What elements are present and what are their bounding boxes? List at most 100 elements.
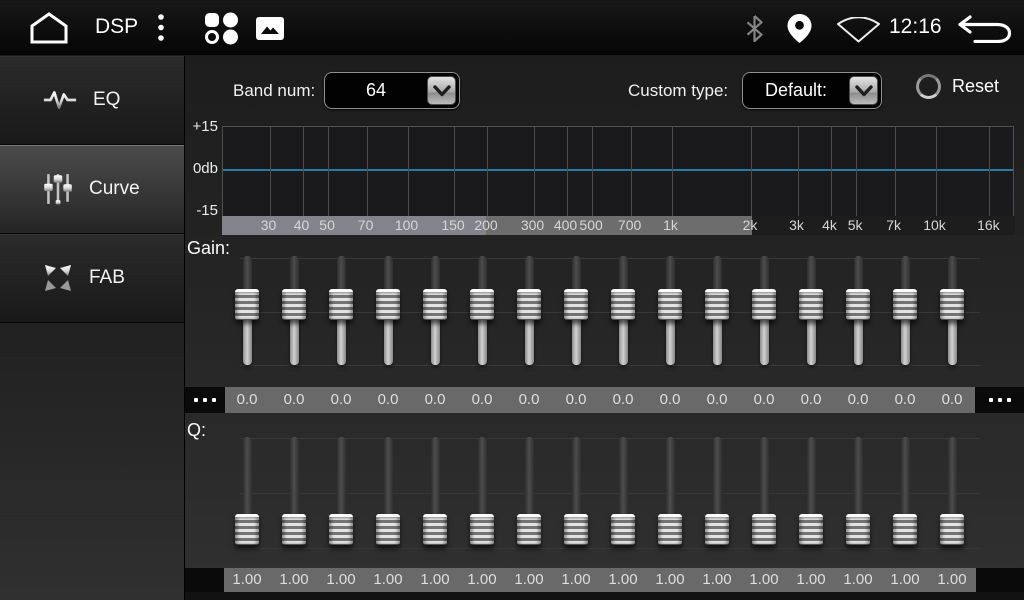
sidebar-item-fab[interactable]: FAB xyxy=(0,234,184,323)
freq-tick-label: 200 xyxy=(474,216,497,235)
gain-slider-8[interactable] xyxy=(564,256,588,365)
gain-slider-4[interactable] xyxy=(376,256,400,365)
q-slider-6[interactable] xyxy=(470,437,494,548)
gain-slider-14[interactable] xyxy=(846,256,870,365)
grid-line xyxy=(631,127,632,216)
slider-track-lower xyxy=(666,318,675,365)
slider-track-lower xyxy=(525,318,534,365)
gallery-button[interactable] xyxy=(256,17,284,40)
q-slider-16[interactable] xyxy=(940,437,964,548)
gain-slider-3[interactable] xyxy=(329,256,353,365)
q-slider-5[interactable] xyxy=(423,437,447,548)
gain-slider-thumb[interactable] xyxy=(282,289,306,320)
gain-slider-thumb[interactable] xyxy=(799,289,823,320)
q-slider-thumb[interactable] xyxy=(893,514,917,545)
sidebar-item-curve[interactable]: Curve xyxy=(0,145,184,234)
q-slider-thumb[interactable] xyxy=(799,514,823,545)
gain-slider-2[interactable] xyxy=(282,256,306,365)
gain-slider-thumb[interactable] xyxy=(611,289,635,320)
gain-slider-thumb[interactable] xyxy=(893,289,917,320)
q-slider-thumb[interactable] xyxy=(940,514,964,545)
q-slider-12[interactable] xyxy=(752,437,776,548)
q-slider-13[interactable] xyxy=(799,437,823,548)
gain-slider-7[interactable] xyxy=(517,256,541,365)
gain-slider-9[interactable] xyxy=(611,256,635,365)
q-slider-thumb[interactable] xyxy=(564,514,588,545)
gain-slider-15[interactable] xyxy=(893,256,917,365)
reset-radio[interactable] xyxy=(916,74,941,99)
q-slider-8[interactable] xyxy=(564,437,588,548)
q-value-3: 1.00 xyxy=(326,568,355,592)
q-slider-thumb[interactable] xyxy=(752,514,776,545)
q-slider-15[interactable] xyxy=(893,437,917,548)
q-slider-3[interactable] xyxy=(329,437,353,548)
q-slider-4[interactable] xyxy=(376,437,400,548)
back-button[interactable] xyxy=(958,15,1012,43)
gain-slider-13[interactable] xyxy=(799,256,823,365)
band-num-value: 64 xyxy=(325,80,427,101)
band-num-label: Band num: xyxy=(233,81,315,101)
chevron-down-icon[interactable] xyxy=(427,76,456,105)
gain-slider-thumb[interactable] xyxy=(705,289,729,320)
gain-slider-thumb[interactable] xyxy=(940,289,964,320)
more-bands-right-button[interactable] xyxy=(975,387,1024,413)
gain-slider-thumb[interactable] xyxy=(470,289,494,320)
q-slider-2[interactable] xyxy=(282,437,306,548)
reset-control[interactable]: Reset xyxy=(916,74,999,99)
q-value-14: 1.00 xyxy=(843,568,872,592)
more-bands-left-button[interactable] xyxy=(185,387,225,413)
q-slider-thumb[interactable] xyxy=(517,514,541,545)
gain-section-label: Gain: xyxy=(187,238,230,259)
gain-slider-thumb[interactable] xyxy=(517,289,541,320)
freq-tick-label: 3k xyxy=(789,216,804,235)
gain-values-strip: 0.00.00.00.00.00.00.00.00.00.00.00.00.00… xyxy=(225,387,975,413)
q-slider-10[interactable] xyxy=(658,437,682,548)
q-slider-9[interactable] xyxy=(611,437,635,548)
freq-tick-label: 4k xyxy=(822,216,837,235)
location-icon xyxy=(787,14,812,43)
gain-slider-thumb[interactable] xyxy=(846,289,870,320)
q-slider-thumb[interactable] xyxy=(423,514,447,545)
q-slider-thumb[interactable] xyxy=(611,514,635,545)
q-slider-thumb[interactable] xyxy=(846,514,870,545)
q-slider-1[interactable] xyxy=(235,437,259,548)
q-slider-thumb[interactable] xyxy=(235,514,259,545)
q-slider-thumb[interactable] xyxy=(705,514,729,545)
gain-value-12: 0.0 xyxy=(754,387,775,413)
q-slider-14[interactable] xyxy=(846,437,870,548)
gain-slider-thumb[interactable] xyxy=(329,289,353,320)
gain-slider-thumb[interactable] xyxy=(423,289,447,320)
gain-slider-1[interactable] xyxy=(235,256,259,365)
gain-slider-thumb[interactable] xyxy=(752,289,776,320)
gain-slider-6[interactable] xyxy=(470,256,494,365)
gain-slider-10[interactable] xyxy=(658,256,682,365)
q-slider-thumb[interactable] xyxy=(376,514,400,545)
home-icon xyxy=(26,11,72,45)
q-slider-thumb[interactable] xyxy=(470,514,494,545)
grid-line xyxy=(989,127,990,216)
gain-slider-5[interactable] xyxy=(423,256,447,365)
gain-slider-thumb[interactable] xyxy=(376,289,400,320)
q-slider-thumb[interactable] xyxy=(658,514,682,545)
home-button[interactable] xyxy=(26,11,72,45)
q-slider-thumb[interactable] xyxy=(329,514,353,545)
overflow-menu-button[interactable] xyxy=(156,13,166,43)
gain-slider-16[interactable] xyxy=(940,256,964,365)
apps-button[interactable] xyxy=(203,12,240,45)
chevron-down-icon[interactable] xyxy=(849,76,878,105)
back-icon xyxy=(958,15,1012,43)
q-slider-thumb[interactable] xyxy=(282,514,306,545)
gain-slider-12[interactable] xyxy=(752,256,776,365)
gain-slider-thumb[interactable] xyxy=(658,289,682,320)
location-indicator xyxy=(787,14,812,43)
q-slider-7[interactable] xyxy=(517,437,541,548)
sidebar-item-eq[interactable]: EQ xyxy=(0,56,184,145)
grid-line xyxy=(270,127,271,216)
gain-slider-thumb[interactable] xyxy=(235,289,259,320)
custom-type-label: Custom type: xyxy=(628,81,728,101)
band-num-select[interactable]: 64 xyxy=(324,72,460,109)
gain-slider-thumb[interactable] xyxy=(564,289,588,320)
gain-slider-11[interactable] xyxy=(705,256,729,365)
q-slider-11[interactable] xyxy=(705,437,729,548)
custom-type-select[interactable]: Default: xyxy=(742,72,882,109)
